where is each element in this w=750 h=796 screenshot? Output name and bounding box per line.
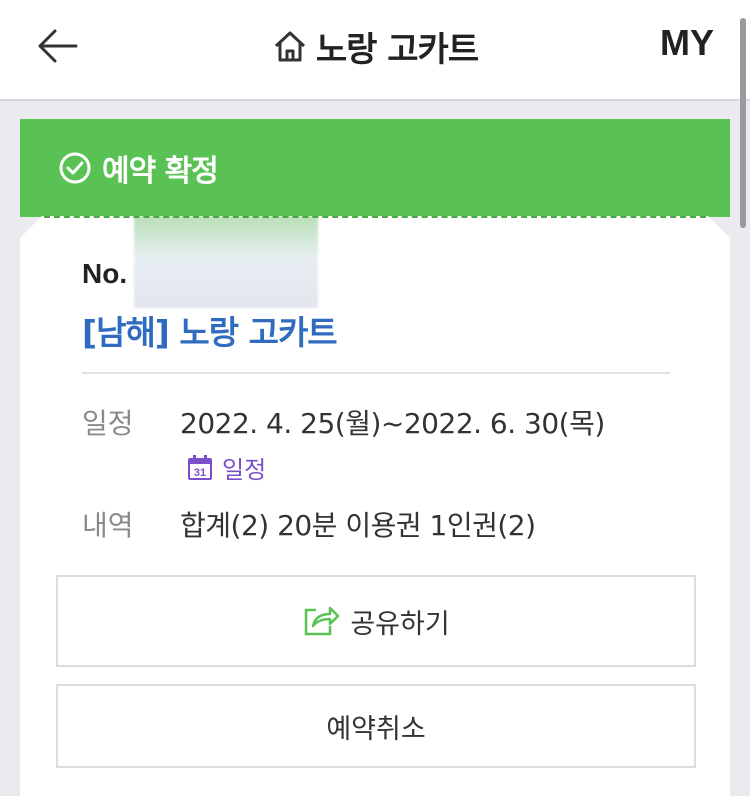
reservation-number-label: No. [82, 258, 128, 289]
page-title: 노랑 고카트 [315, 29, 479, 70]
status-banner: 예약 확정 [20, 119, 730, 217]
cancel-button-label: 예약취소 [326, 713, 426, 745]
share-button-label: 공유하기 [350, 608, 450, 640]
check-circle-icon [59, 152, 91, 184]
home-icon [274, 31, 305, 62]
details-value: 합계(2) 20분 이용권 1인권(2) [180, 509, 536, 542]
scrollbar[interactable] [740, 18, 746, 228]
calendar-link-label: 일정 [222, 456, 267, 484]
cancel-reservation-button[interactable]: 예약취소 [56, 684, 696, 768]
schedule-label: 일정 [82, 407, 134, 440]
redacted-number [134, 216, 318, 308]
banner-dashed-divider [44, 216, 706, 218]
top-bar: 노랑 고카트 MY [0, 0, 750, 101]
my-page-button[interactable]: MY [660, 22, 714, 64]
add-to-calendar-link[interactable]: 31 일정 [186, 450, 266, 485]
status-text: 예약 확정 [102, 154, 219, 189]
schedule-value: 2022. 4. 25(월)~2022. 6. 30(목) [180, 407, 605, 440]
svg-text:31: 31 [194, 467, 206, 479]
share-icon [305, 606, 340, 636]
product-name-link[interactable]: [남해] 노랑 고카트 [82, 306, 338, 354]
share-button[interactable]: 공유하기 [56, 575, 696, 667]
calendar-icon: 31 [188, 454, 212, 480]
details-label: 내역 [82, 509, 134, 542]
reservation-card: No. [남해] 노랑 고카트 일정 2022. 4. 25(월)~2022. … [20, 216, 730, 796]
divider [82, 372, 670, 374]
page-title-group: 노랑 고카트 [0, 20, 750, 72]
